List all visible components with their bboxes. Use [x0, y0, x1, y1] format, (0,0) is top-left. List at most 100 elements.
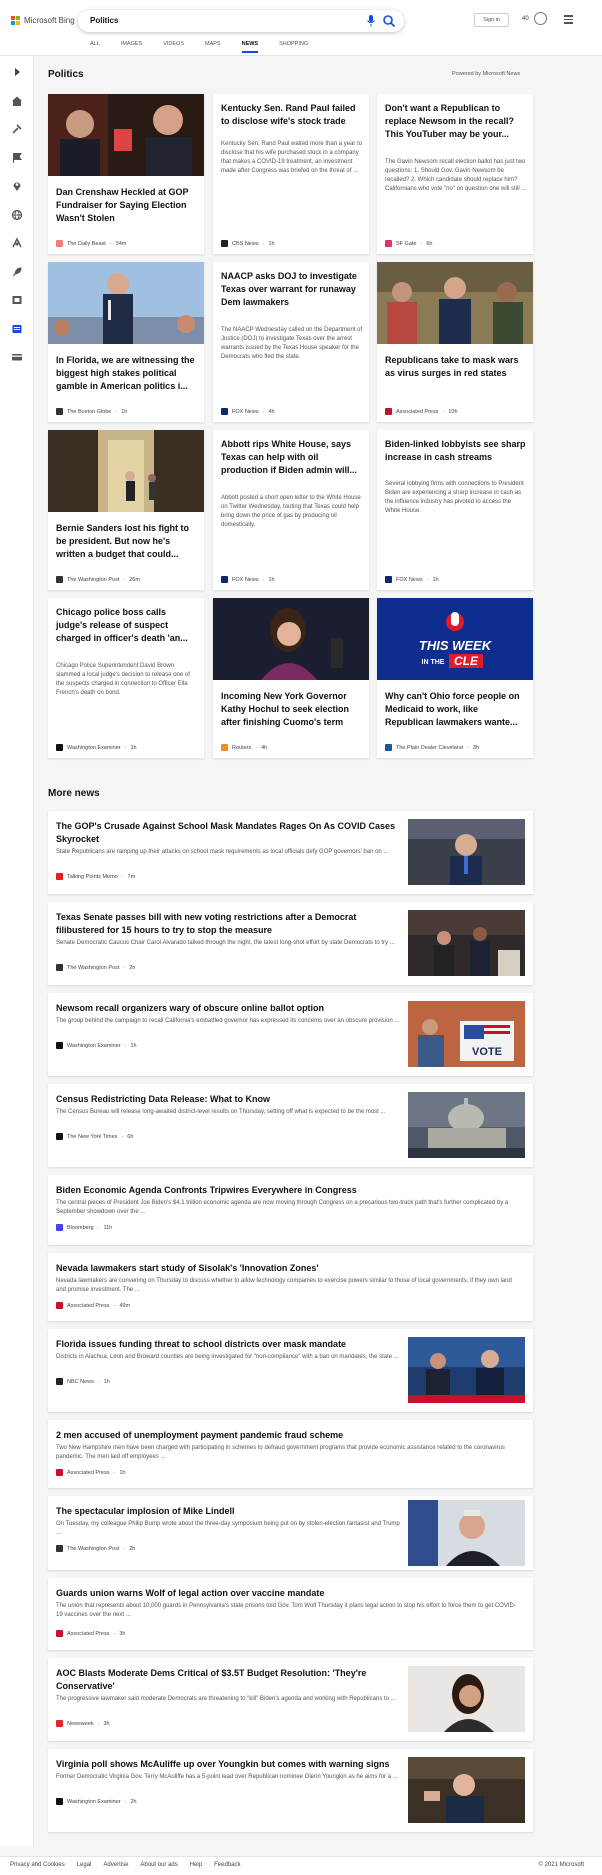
news-card[interactable]: Abbott rips White House, says Texas can …	[213, 430, 369, 590]
tab-maps[interactable]: MAPS	[205, 41, 221, 53]
globe-icon[interactable]	[11, 209, 23, 221]
footer-link-feedback[interactable]: Feedback	[214, 1862, 240, 1868]
footer-link-help[interactable]: Help	[190, 1862, 202, 1868]
source-dot: ·	[121, 1133, 124, 1140]
card-icon[interactable]	[11, 351, 23, 363]
science-icon[interactable]	[11, 237, 23, 249]
card-title[interactable]: Dan Crenshaw Heckled at GOP Fundraiser f…	[56, 186, 198, 225]
rewards-points[interactable]: 40	[522, 16, 529, 22]
news-card[interactable]: Kentucky Sen. Rand Paul failed to disclo…	[213, 94, 369, 254]
item-description: The group behind the campaign to recall …	[56, 1018, 400, 1024]
news-list-item[interactable]: The GOP's Crusade Against School Mask Ma…	[48, 811, 533, 894]
home-icon[interactable]	[11, 95, 23, 107]
publish-time: 1h	[432, 576, 439, 583]
card-title[interactable]: NAACP asks DOJ to investigate Texas over…	[221, 270, 363, 309]
news-icon[interactable]	[11, 323, 23, 335]
item-title[interactable]: The spectacular implosion of Mike Lindel…	[56, 1505, 401, 1518]
item-title[interactable]: Census Redistricting Data Release: What …	[56, 1093, 401, 1106]
item-title[interactable]: Texas Senate passes bill with new voting…	[56, 911, 401, 937]
source-logo-icon	[56, 1302, 63, 1309]
news-list-item[interactable]: Nevada lawmakers start study of Sisolak'…	[48, 1253, 533, 1321]
item-title[interactable]: AOC Blasts Moderate Dems Critical of $3.…	[56, 1667, 401, 1693]
film-icon[interactable]	[11, 294, 23, 306]
card-title[interactable]: Why can't Ohio force people on Medicaid …	[385, 690, 527, 729]
footer-link-legal[interactable]: Legal	[77, 1862, 92, 1868]
source-name: The Plain Dealer Cleveland	[396, 744, 463, 751]
card-title[interactable]: Abbott rips White House, says Texas can …	[221, 438, 363, 477]
tab-all[interactable]: ALL	[90, 41, 100, 53]
tools-icon[interactable]	[11, 123, 23, 135]
sign-in-button[interactable]: Sign in	[474, 13, 509, 27]
news-card[interactable]: Dan Crenshaw Heckled at GOP Fundraiser f…	[48, 94, 204, 254]
search-input[interactable]: Politics	[90, 16, 118, 25]
news-list-item[interactable]: Virginia poll shows McAuliffe up over Yo…	[48, 1749, 533, 1832]
tab-images[interactable]: IMAGES	[121, 41, 142, 53]
source-dot: ·	[124, 1042, 127, 1049]
news-list-item[interactable]: Biden Economic Agenda Confronts Tripwire…	[48, 1175, 533, 1245]
item-title[interactable]: Biden Economic Agenda Confronts Tripwire…	[56, 1184, 521, 1197]
card-title[interactable]: Chicago police boss calls judge's releas…	[56, 606, 198, 645]
card-title[interactable]: Incoming New York Governor Kathy Hochul …	[221, 690, 363, 729]
news-card[interactable]: Don't want a Republican to replace Newso…	[377, 94, 533, 254]
in-the-text: IN THE	[422, 659, 445, 666]
news-card[interactable]: In Florida, we are witnessing the bigges…	[48, 262, 204, 422]
card-title[interactable]: Kentucky Sen. Rand Paul failed to disclo…	[221, 102, 363, 128]
source-dot: ·	[121, 873, 124, 880]
news-list-item[interactable]: Newsom recall organizers wary of obscure…	[48, 993, 533, 1076]
item-title[interactable]: 2 men accused of unemployment payment pa…	[56, 1429, 521, 1442]
news-list-item[interactable]: The spectacular implosion of Mike Lindel…	[48, 1496, 533, 1570]
source-dot: ·	[442, 408, 445, 415]
news-card[interactable]: Incoming New York Governor Kathy Hochul …	[213, 598, 369, 758]
card-title[interactable]: In Florida, we are witnessing the bigges…	[56, 354, 198, 393]
news-list-item[interactable]: Census Redistricting Data Release: What …	[48, 1084, 533, 1167]
card-title[interactable]: Republicans take to mask wars as virus s…	[385, 354, 527, 380]
news-card[interactable]: Republicans take to mask wars as virus s…	[377, 262, 533, 422]
tab-shopping[interactable]: SHOPPING	[279, 41, 308, 53]
news-card[interactable]: Chicago police boss calls judge's releas…	[48, 598, 204, 758]
news-list-item[interactable]: 2 men accused of unemployment payment pa…	[48, 1420, 533, 1488]
tab-videos[interactable]: VIDEOS	[163, 41, 184, 53]
footer-link-privacy[interactable]: Privacy and Cookies	[10, 1862, 65, 1868]
source-name: Associated Press	[396, 408, 439, 415]
news-list-item[interactable]: Guards union warns Wolf of legal action …	[48, 1578, 533, 1650]
publish-time: 26m	[129, 576, 140, 583]
source-dot: ·	[113, 1302, 116, 1309]
location-icon[interactable]	[11, 180, 23, 192]
news-card[interactable]: NAACP asks DOJ to investigate Texas over…	[213, 262, 369, 422]
card-description: Kentucky Sen. Rand Paul waited more than…	[221, 141, 363, 174]
item-title[interactable]: Nevada lawmakers start study of Sisolak'…	[56, 1262, 521, 1275]
rocket-icon[interactable]	[11, 266, 23, 278]
item-title[interactable]: Florida issues funding threat to school …	[56, 1338, 401, 1351]
publish-time: 1h	[119, 1469, 126, 1476]
card-title[interactable]: Biden-linked lobbyists see sharp increas…	[385, 438, 527, 464]
news-list-item[interactable]: Florida issues funding threat to school …	[48, 1329, 533, 1412]
bing-logo[interactable]: Microsoft Bing	[11, 16, 75, 25]
item-title[interactable]: Virginia poll shows McAuliffe up over Yo…	[56, 1758, 401, 1771]
news-list-item[interactable]: AOC Blasts Moderate Dems Critical of $3.…	[48, 1658, 533, 1741]
news-card[interactable]: THIS WEEK IN THE CLE Why can't Ohio forc…	[377, 598, 533, 758]
publish-time: 11h	[103, 1224, 113, 1231]
card-source: Associated Press · 10h	[385, 408, 458, 415]
flag-icon[interactable]	[11, 152, 23, 164]
source-dot: ·	[97, 1224, 100, 1231]
card-title[interactable]: Bernie Sanders lost his fight to be pres…	[56, 522, 198, 561]
item-title[interactable]: The GOP's Crusade Against School Mask Ma…	[56, 820, 401, 846]
news-card[interactable]: Bernie Sanders lost his fight to be pres…	[48, 430, 204, 590]
tab-news[interactable]: NEWS	[241, 41, 259, 53]
item-title[interactable]: Newsom recall organizers wary of obscure…	[56, 1002, 401, 1015]
news-list-item[interactable]: Texas Senate passes bill with new voting…	[48, 902, 533, 985]
hamburger-menu-icon[interactable]	[564, 15, 573, 24]
search-tabs: ALL IMAGES VIDEOS MAPS NEWS SHOPPING	[90, 41, 329, 53]
rewards-icon[interactable]	[534, 12, 547, 25]
card-title[interactable]: Don't want a Republican to replace Newso…	[385, 102, 527, 141]
expand-icon[interactable]	[11, 66, 23, 78]
source-dot: ·	[113, 1469, 116, 1476]
search-box[interactable]: Politics	[78, 10, 404, 32]
footer-link-advertise[interactable]: Advertise	[103, 1862, 128, 1868]
microphone-icon[interactable]	[365, 14, 377, 28]
item-title[interactable]: Guards union warns Wolf of legal action …	[56, 1587, 521, 1600]
search-icon[interactable]	[382, 14, 396, 28]
news-card[interactable]: Biden-linked lobbyists see sharp increas…	[377, 430, 533, 590]
footer-link-about-ads[interactable]: About our ads	[140, 1862, 177, 1868]
aoc-photo	[408, 1666, 525, 1732]
